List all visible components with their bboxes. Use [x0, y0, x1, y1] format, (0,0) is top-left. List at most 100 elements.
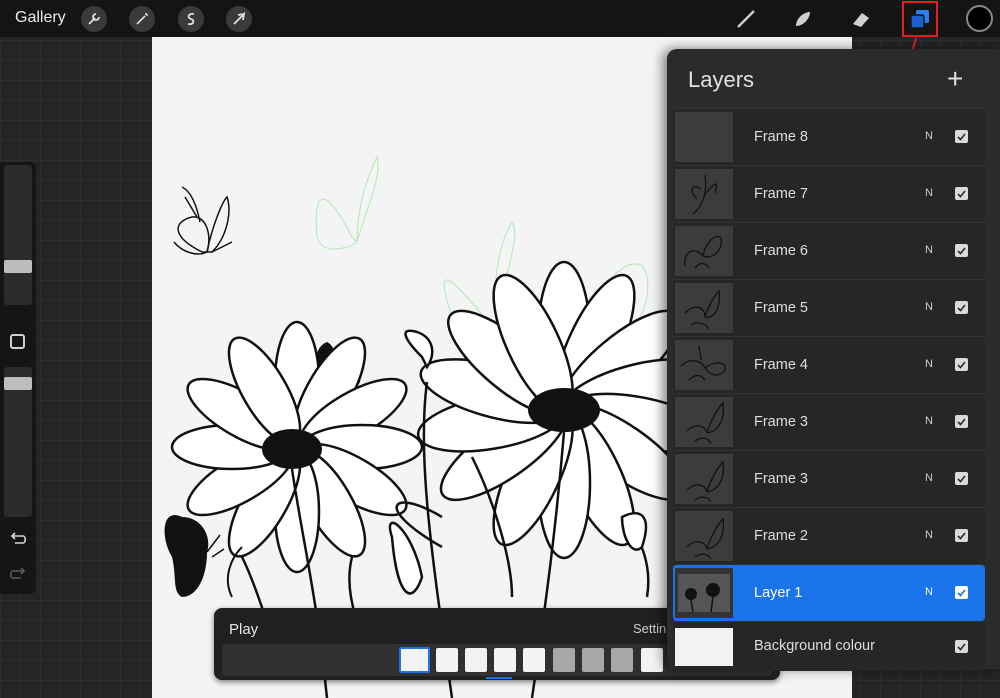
checkmark-icon — [957, 132, 966, 141]
blend-mode-button[interactable]: N — [925, 244, 933, 256]
timeline-frame[interactable] — [494, 648, 516, 672]
top-toolbar: Gallery — [0, 0, 1000, 37]
checkmark-icon — [957, 588, 966, 597]
add-layer-button[interactable]: + — [947, 63, 971, 94]
butterfly-thumb-icon — [684, 235, 722, 269]
butterfly-thumb-icon — [686, 401, 725, 444]
color-swatch[interactable] — [966, 5, 993, 32]
checkmark-icon — [957, 474, 966, 483]
visibility-checkbox[interactable] — [955, 415, 968, 428]
blend-mode-button[interactable]: N — [925, 529, 933, 541]
redo-icon[interactable] — [9, 567, 27, 581]
undo-icon[interactable] — [9, 532, 27, 546]
timeline-frame[interactable] — [399, 647, 430, 673]
wrench-icon[interactable] — [81, 6, 107, 32]
left-sidebar — [0, 162, 36, 594]
layer-name: Frame 6 — [754, 243, 808, 259]
layer-name: Background colour — [754, 638, 875, 654]
gallery-button[interactable]: Gallery — [15, 9, 66, 27]
butterfly-thumb-icon — [680, 345, 726, 381]
blend-mode-button[interactable]: N — [925, 301, 933, 313]
visibility-checkbox[interactable] — [955, 529, 968, 542]
layer-row[interactable]: Frame 3 N — [673, 450, 985, 507]
layer-thumbnail — [675, 568, 733, 618]
checkmark-icon — [957, 531, 966, 540]
playhead-indicator — [486, 677, 512, 679]
checkmark-icon — [957, 360, 966, 369]
blend-mode-button[interactable]: N — [925, 586, 933, 598]
timeline-frame[interactable] — [611, 648, 633, 672]
layer-row[interactable]: Frame 3 N — [673, 393, 985, 450]
layer-thumbnail — [675, 454, 733, 504]
checkmark-icon — [957, 642, 966, 651]
play-button[interactable]: Play — [229, 621, 258, 638]
layer-row[interactable]: Frame 5 N — [673, 279, 985, 336]
layer-name: Layer 1 — [754, 585, 803, 601]
opacity-thumb[interactable] — [4, 377, 32, 390]
layer-row[interactable]: Frame 7 N — [673, 165, 985, 222]
layer-name: Frame 7 — [754, 186, 808, 202]
layer-row-background[interactable]: Background colour — [673, 621, 985, 671]
timeline-frame[interactable] — [523, 648, 545, 672]
layer-name: Frame 4 — [754, 357, 808, 373]
layer-thumbnail — [675, 169, 733, 219]
layer-thumbnail — [675, 283, 733, 333]
layer-thumbnail — [675, 511, 733, 561]
butterfly-thumb-icon — [686, 517, 725, 560]
layer-thumbnail — [675, 112, 733, 162]
layers-panel: Layers + Frame 8 N Frame 7 N Frame 6 N F… — [667, 49, 1000, 671]
visibility-checkbox[interactable] — [955, 640, 968, 653]
layer-name: Frame 3 — [754, 471, 808, 487]
background-color-swatch — [675, 628, 733, 666]
transform-arrow-icon[interactable] — [226, 6, 252, 32]
flowers-thumb-icon — [678, 574, 730, 613]
settings-button[interactable]: Settin — [633, 621, 666, 636]
layer-name: Frame 3 — [754, 414, 808, 430]
visibility-checkbox[interactable] — [955, 244, 968, 257]
checkmark-icon — [957, 246, 966, 255]
layer-row[interactable]: Frame 6 N — [673, 222, 985, 279]
magic-wand-icon[interactable] — [129, 6, 155, 32]
visibility-checkbox[interactable] — [955, 358, 968, 371]
layer-thumbnail — [675, 397, 733, 447]
butterfly-thumb-icon — [684, 289, 721, 330]
blend-mode-button[interactable]: N — [925, 415, 933, 427]
selection-icon[interactable] — [178, 6, 204, 32]
blend-mode-button[interactable]: N — [925, 130, 933, 142]
layer-thumbnail — [675, 340, 733, 390]
layer-list: Frame 8 N Frame 7 N Frame 6 N Frame 5 N … — [673, 108, 985, 671]
layer-row-selected[interactable]: Layer 1 N — [673, 564, 985, 621]
layers-title: Layers — [688, 67, 755, 92]
visibility-checkbox[interactable] — [955, 472, 968, 485]
timeline-frame[interactable] — [582, 648, 604, 672]
blend-mode-button[interactable]: N — [925, 358, 933, 370]
blend-mode-button[interactable]: N — [925, 187, 933, 199]
layers-icon[interactable] — [907, 6, 933, 32]
checkmark-icon — [957, 189, 966, 198]
layer-name: Frame 8 — [754, 129, 808, 145]
timeline-frame[interactable] — [436, 648, 458, 672]
layer-row[interactable]: Frame 4 N — [673, 336, 985, 393]
blend-mode-button[interactable]: N — [925, 472, 933, 484]
eraser-icon[interactable] — [848, 6, 874, 32]
modify-button[interactable] — [10, 334, 25, 349]
visibility-checkbox[interactable] — [955, 301, 968, 314]
layer-row[interactable]: Frame 2 N — [673, 507, 985, 564]
visibility-checkbox[interactable] — [955, 187, 968, 200]
timeline-frame[interactable] — [465, 648, 487, 672]
timeline-frame[interactable] — [641, 648, 663, 672]
visibility-checkbox[interactable] — [955, 130, 968, 143]
brush-icon[interactable] — [733, 6, 759, 32]
brush-size-thumb[interactable] — [4, 260, 32, 273]
checkmark-icon — [957, 417, 966, 426]
layer-name: Frame 2 — [754, 528, 808, 544]
visibility-checkbox[interactable] — [955, 586, 968, 599]
checkmark-icon — [957, 303, 966, 312]
layer-thumbnail — [675, 226, 733, 276]
butterfly-thumb-icon — [686, 460, 725, 503]
butterfly-thumb-icon — [691, 174, 718, 215]
timeline-frame[interactable] — [553, 648, 575, 672]
layer-row[interactable]: Frame 8 N — [673, 108, 985, 165]
smudge-icon[interactable] — [790, 6, 816, 32]
brush-size-slider[interactable] — [4, 165, 32, 305]
